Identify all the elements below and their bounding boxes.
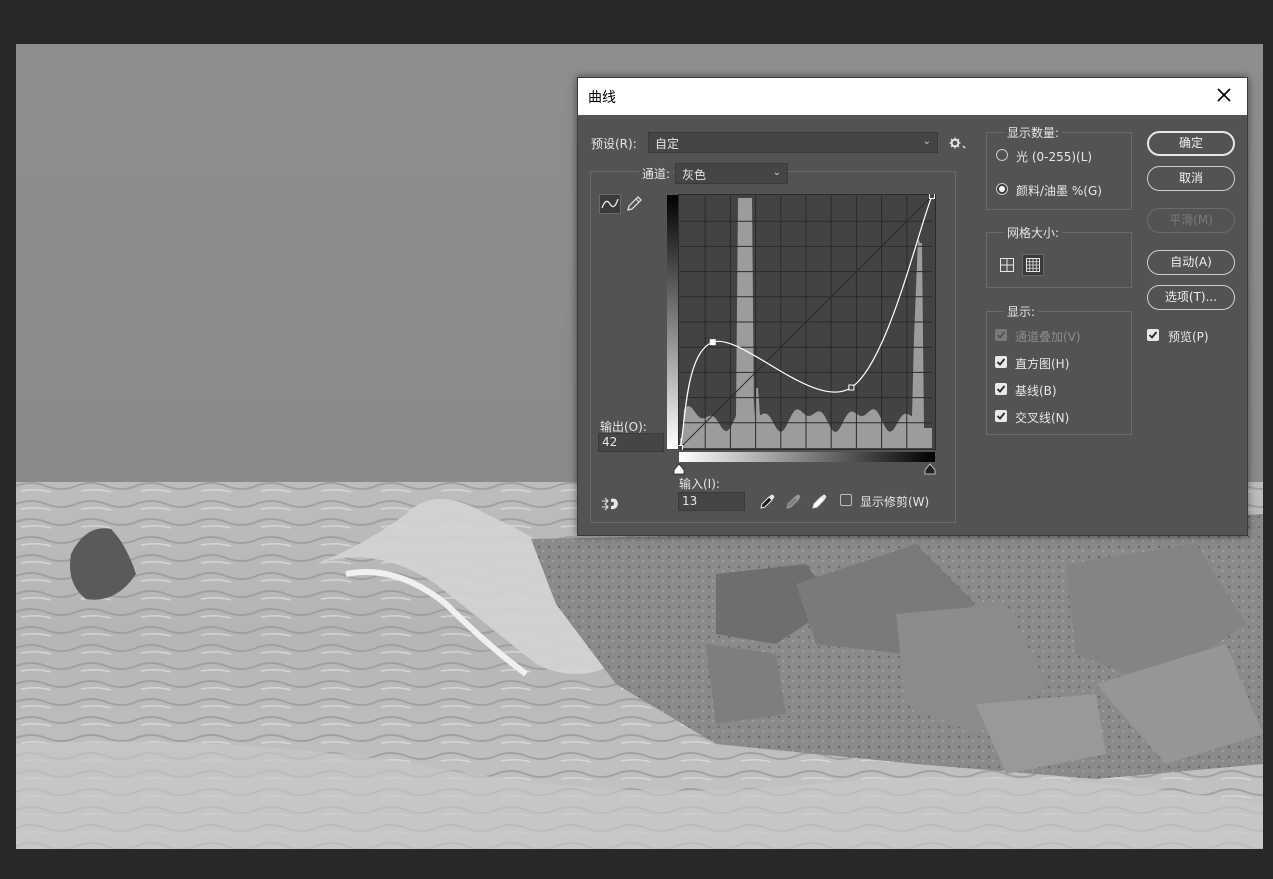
curve-tool-icon[interactable] — [599, 194, 621, 214]
curve-point[interactable] — [848, 384, 855, 391]
intersection-checkbox[interactable] — [995, 410, 1007, 422]
channel-value: 灰色 — [682, 168, 707, 182]
target-adjust-icon[interactable] — [600, 495, 622, 513]
preset-label: 预设(R): — [591, 137, 637, 151]
gear-icon[interactable] — [949, 137, 967, 149]
preview-label: 预览(P) — [1168, 330, 1209, 344]
channel-label: 通道: — [639, 165, 674, 182]
show-clipping-label: 显示修剪(W) — [860, 495, 930, 509]
channel-select[interactable]: 灰色 ⌄ — [675, 163, 788, 184]
cancel-button[interactable]: 取消 — [1147, 166, 1235, 191]
histogram-label: 直方图(H) — [1015, 357, 1070, 371]
display-title: 显示: — [1004, 303, 1039, 320]
input-label: 输入(I): — [679, 477, 720, 491]
chevron-down-icon: ⌄ — [772, 167, 781, 178]
grid-coarse-icon[interactable] — [997, 255, 1017, 275]
options-button[interactable]: 选项(T)... — [1147, 285, 1235, 310]
black-point-slider[interactable] — [924, 463, 936, 475]
curves-dialog: 曲线 预设(R): 自定 ⌄ 通道: 灰色 ⌄ 输出(O): 42 输入(I):… — [577, 77, 1248, 536]
curve-point[interactable] — [709, 339, 716, 346]
curve-point[interactable] — [678, 445, 683, 451]
chevron-down-icon: ⌄ — [922, 136, 931, 147]
histogram-checkbox[interactable] — [995, 356, 1007, 368]
eyedropper-white-icon[interactable] — [810, 493, 828, 511]
eyedropper-gray-icon[interactable] — [784, 493, 802, 511]
light-radio[interactable] — [996, 149, 1008, 161]
eyedropper-black-icon[interactable] — [758, 493, 776, 511]
output-field[interactable]: 42 — [598, 433, 664, 452]
baseline-label: 基线(B) — [1015, 384, 1057, 398]
pigment-radio[interactable] — [996, 183, 1008, 195]
curve-graph[interactable] — [678, 194, 936, 450]
pencil-tool-icon[interactable] — [624, 194, 644, 214]
pigment-label: 颜料/油墨 %(G) — [1016, 184, 1102, 198]
white-point-slider[interactable] — [673, 463, 685, 475]
input-gradient-bar — [679, 452, 935, 462]
dialog-titlebar[interactable]: 曲线 — [578, 78, 1247, 115]
grid-fine-icon[interactable] — [1022, 254, 1044, 276]
output-gradient-bar — [667, 195, 678, 449]
baseline-checkbox[interactable] — [995, 383, 1007, 395]
smooth-button[interactable]: 平滑(M) — [1147, 208, 1235, 233]
input-field[interactable]: 13 — [678, 492, 745, 511]
dialog-title: 曲线 — [588, 90, 616, 106]
channel-overlay-label: 通道叠加(V) — [1015, 330, 1081, 344]
show-clipping-checkbox[interactable] — [840, 494, 852, 506]
intersection-label: 交叉线(N) — [1015, 411, 1070, 425]
preview-checkbox[interactable] — [1147, 329, 1159, 341]
preset-value: 自定 — [655, 137, 680, 151]
light-label: 光 (0-255)(L) — [1016, 150, 1093, 164]
channel-overlay-checkbox[interactable] — [995, 329, 1007, 341]
preset-select[interactable]: 自定 ⌄ — [648, 132, 938, 153]
show-amount-title: 显示数量: — [1004, 124, 1063, 141]
ok-button[interactable]: 确定 — [1147, 131, 1235, 156]
auto-button[interactable]: 自动(A) — [1147, 250, 1235, 275]
curve-point[interactable] — [929, 194, 935, 199]
close-icon[interactable] — [1213, 84, 1235, 106]
grid-size-title: 网格大小: — [1004, 224, 1063, 241]
